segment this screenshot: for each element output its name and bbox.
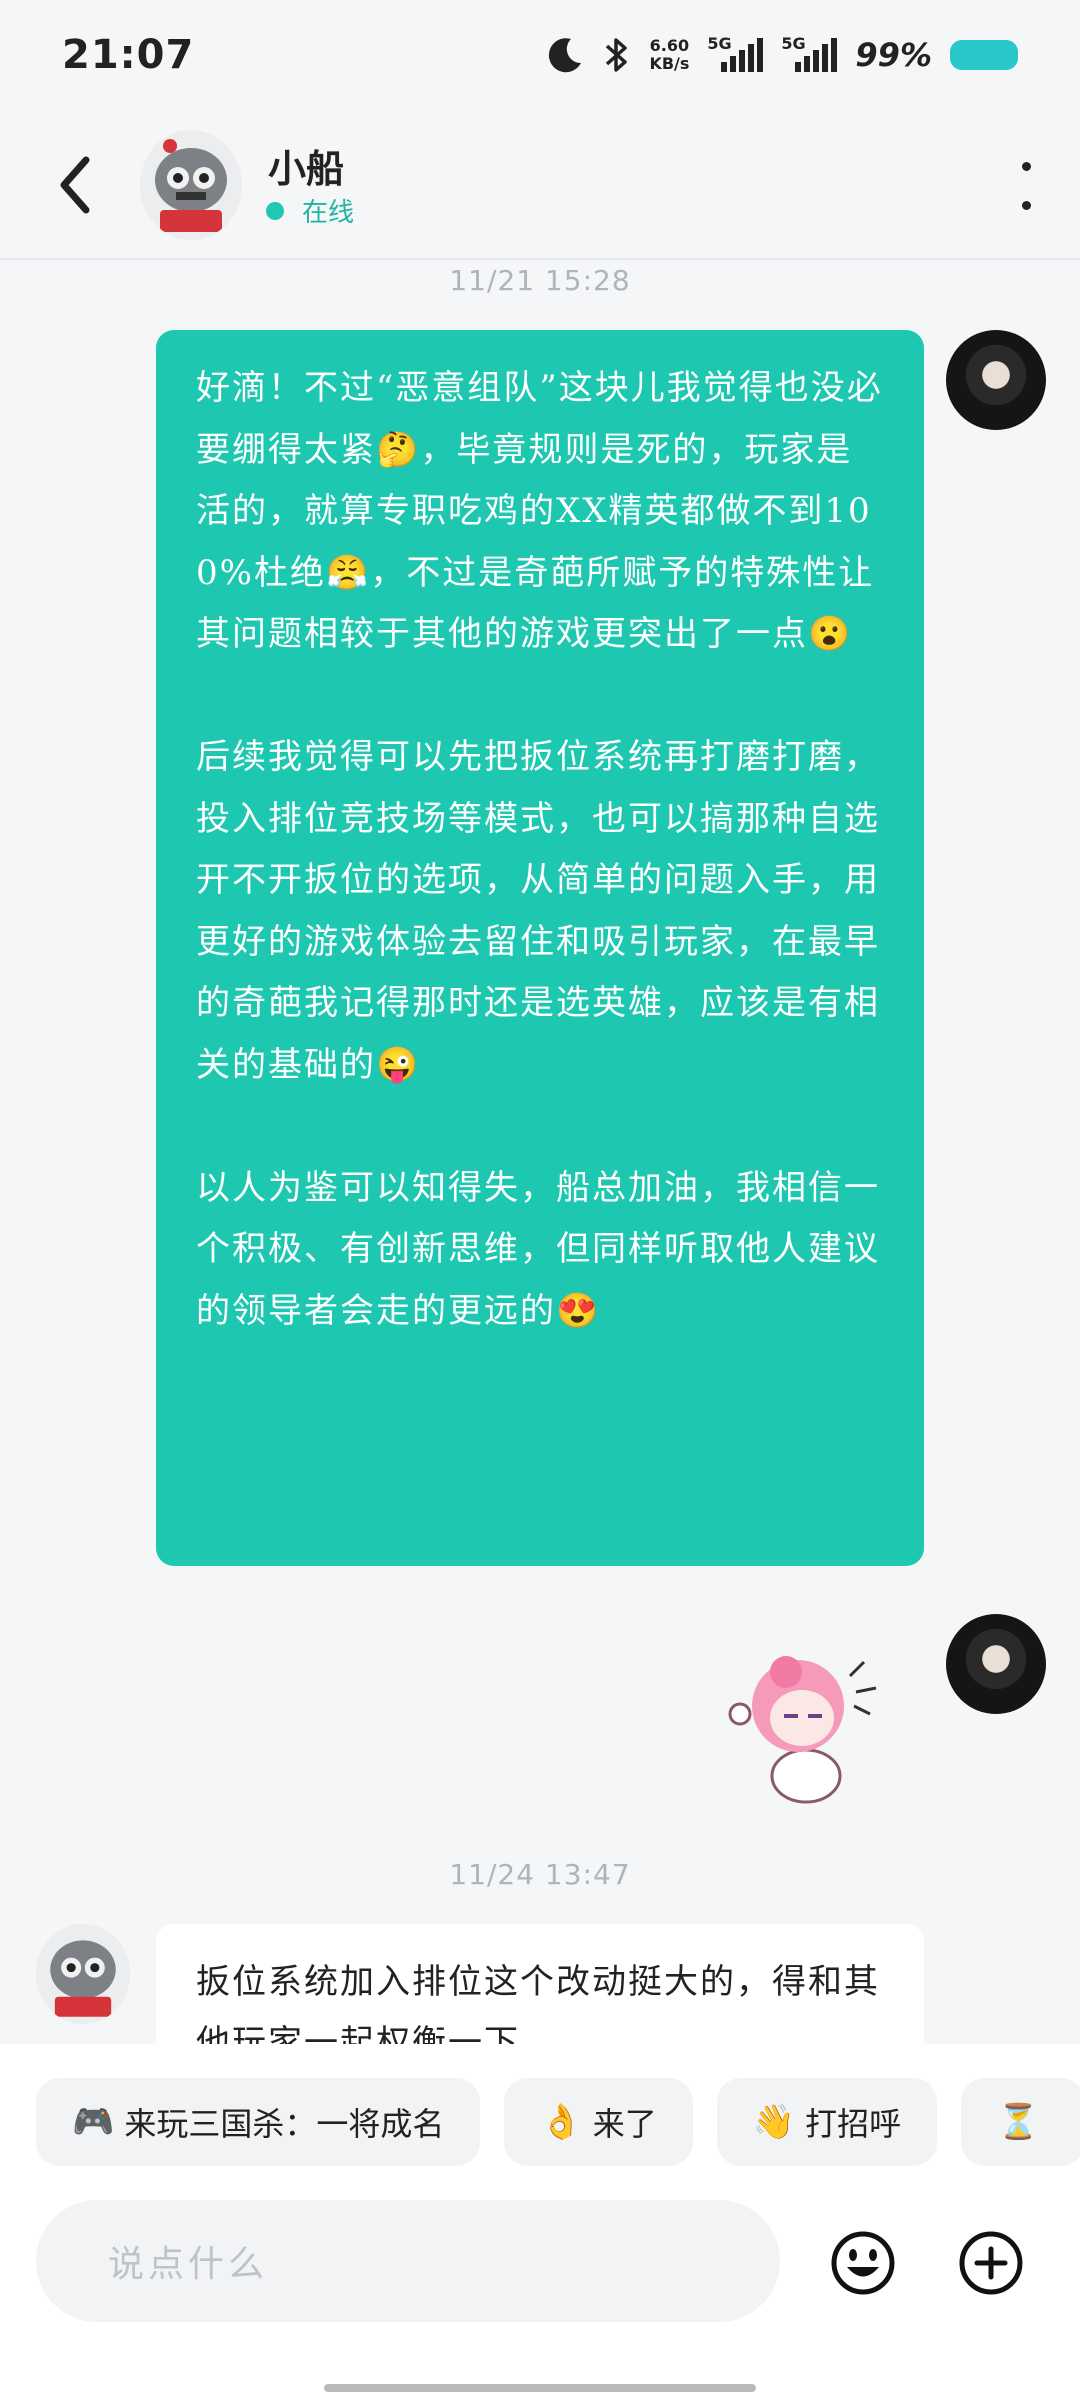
hourglass-icon: ⏳ [997, 2102, 1040, 2142]
message-paragraph: 好滴！不过“恶意组队”这块儿我觉得也没必要绷得太紧🤔，毕竟规则是死的，玩家是活的… [196, 368, 883, 654]
signal-icon-2: 5G [781, 34, 838, 72]
contact-avatar[interactable] [36, 1924, 130, 2024]
battery-icon [950, 40, 1018, 70]
online-status: 在线 [266, 192, 354, 229]
plus-icon[interactable] [958, 2230, 1024, 2296]
outgoing-message-bubble[interactable]: 好滴！不过“恶意组队”这块儿我觉得也没必要绷得太紧🤔，毕竟规则是死的，玩家是活的… [156, 330, 924, 1566]
home-indicator[interactable] [324, 2384, 756, 2392]
message-input-placeholder: 说点什么 [108, 2244, 269, 2285]
online-dot-icon [266, 201, 284, 220]
chat-header: 小船 在线 [0, 110, 1080, 260]
robot-avatar-icon [140, 130, 242, 240]
moon-icon [549, 38, 582, 73]
robot-avatar-icon [36, 1924, 130, 2024]
net-speed: 6.60 KB/s [649, 36, 690, 73]
waving-hand-icon: 👋 [752, 2102, 796, 2142]
quick-reply-row: 🎮 来玩三国杀：一将成名 👌 来了 👋 打招呼 ⏳ [36, 2078, 1080, 2166]
status-time: 21:07 [62, 32, 195, 78]
battery-percent: 99% [855, 36, 932, 74]
bluetooth-icon [606, 38, 628, 72]
back-arrow-icon[interactable] [50, 150, 100, 220]
status-bar: 21:07 6.60 KB/s 5G 5G 99% [0, 0, 1080, 110]
ok-hand-icon: 👌 [540, 2102, 583, 2142]
message-paragraph: 以人为鉴可以知得失，船总加油，我相信一个积极、有创新思维，但同样听取他人建议的领… [196, 1167, 880, 1331]
signal-icon-1: 5G [707, 34, 764, 72]
anime-girl-sticker[interactable] [726, 1636, 886, 1806]
contact-avatar[interactable] [140, 130, 242, 240]
quick-reply-chip[interactable]: 🎮 来玩三国杀：一将成名 [36, 2078, 481, 2166]
emoji-icon[interactable] [830, 2230, 896, 2296]
quick-reply-chip[interactable]: ⏳ [961, 2078, 1080, 2166]
gamepad-icon: 🎮 [72, 2102, 115, 2142]
composer-panel: 🎮 来玩三国杀：一将成名 👌 来了 👋 打招呼 ⏳ 说点什么 [0, 2044, 1080, 2400]
message-paragraph: 后续我觉得可以先把扳位系统再打磨打磨，投入排位竞技场等模式，也可以搞那种自选开不… [196, 737, 880, 1085]
contact-name: 小船 [268, 147, 345, 191]
online-status-text: 在线 [302, 198, 355, 228]
my-avatar[interactable] [946, 330, 1046, 430]
quick-reply-chip[interactable]: 👋 打招呼 [716, 2078, 938, 2166]
my-avatar[interactable] [946, 1614, 1046, 1714]
message-timestamp: 11/24 13:47 [449, 1858, 631, 1891]
message-input[interactable]: 说点什么 [36, 2200, 780, 2322]
message-timestamp: 11/21 15:28 [449, 264, 631, 297]
more-options-icon[interactable] [1016, 162, 1036, 210]
quick-reply-chip[interactable]: 👌 来了 [504, 2078, 693, 2166]
status-icons: 6.60 KB/s 5G 5G 99% [545, 34, 1018, 75]
